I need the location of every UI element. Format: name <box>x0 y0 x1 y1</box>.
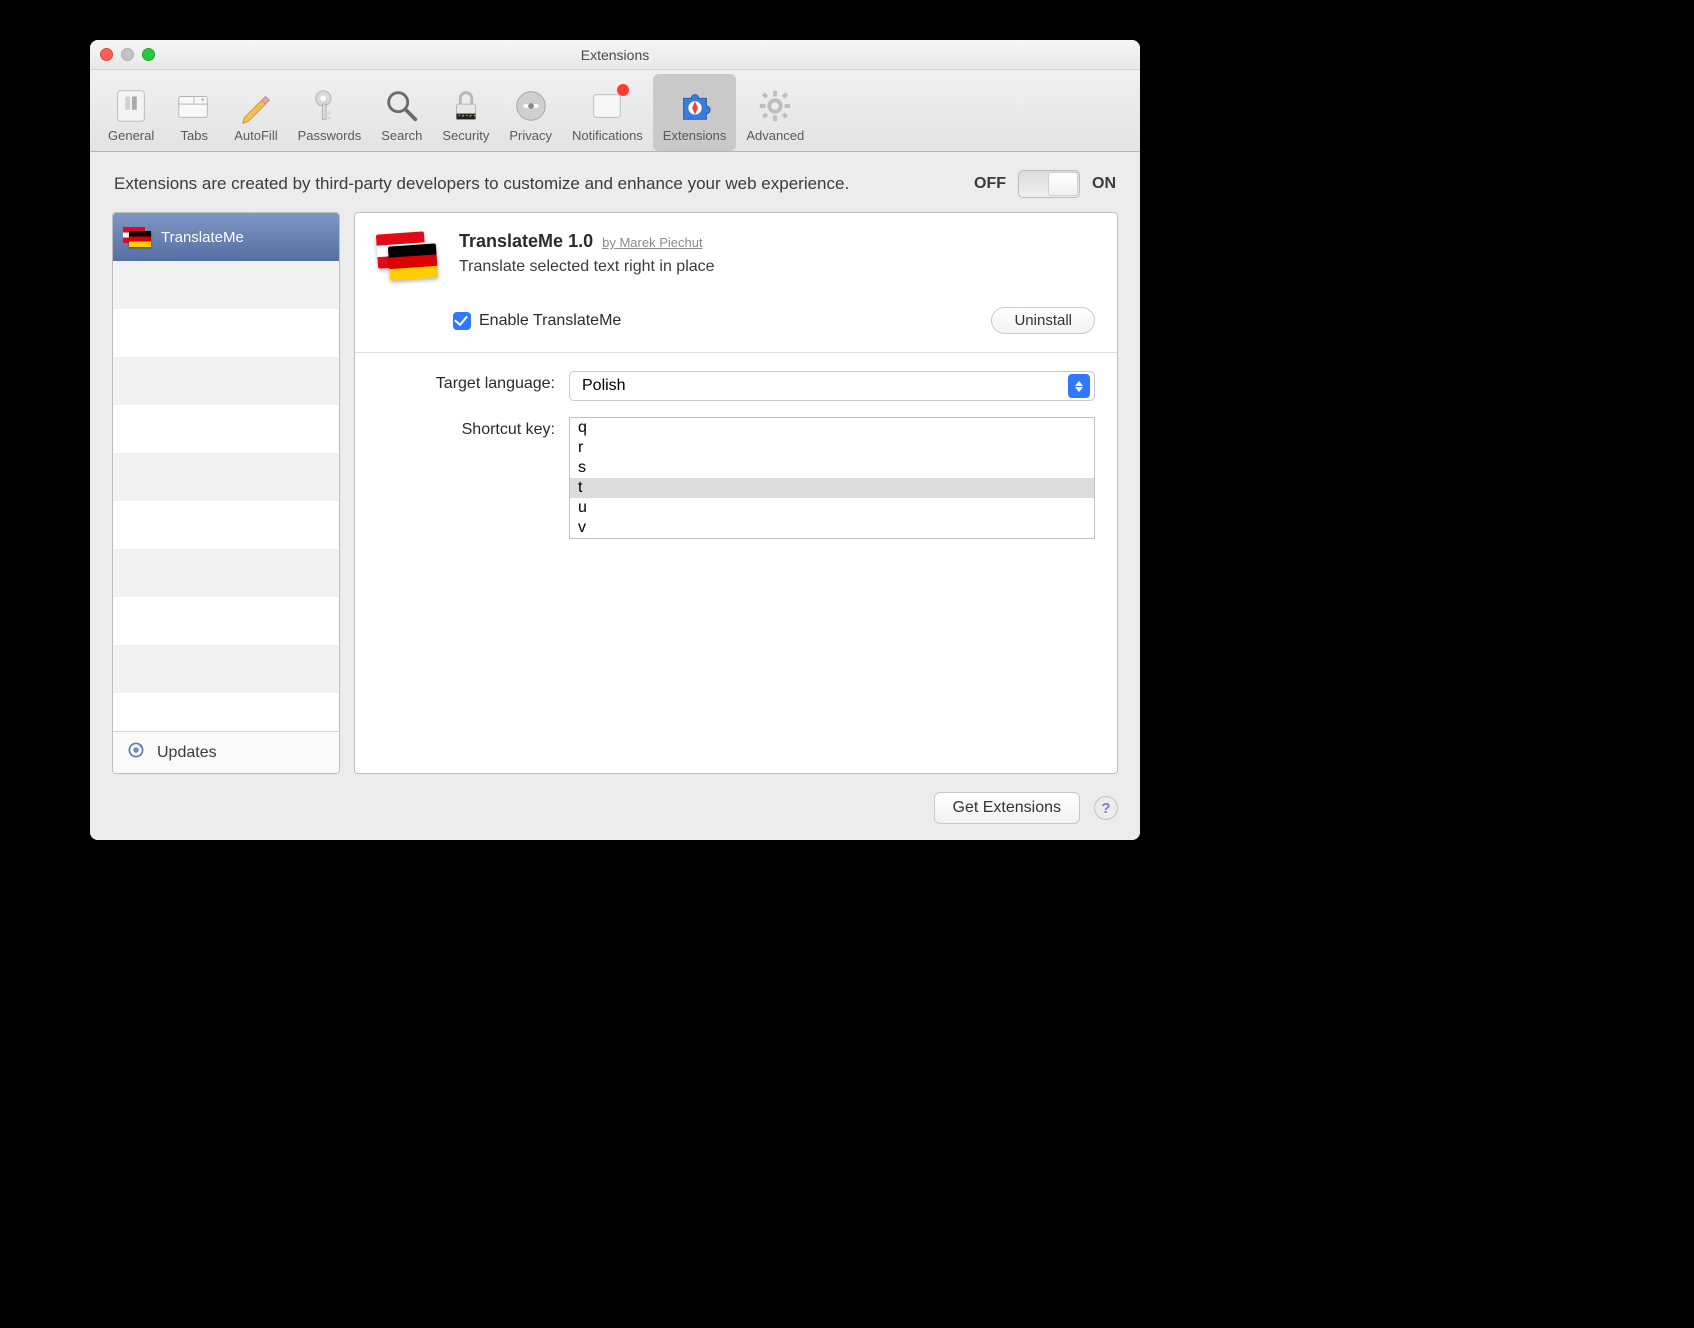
select-arrows-icon <box>1068 374 1090 398</box>
toolbar-label: AutoFill <box>234 128 277 143</box>
extension-version: 1.0 <box>568 231 593 251</box>
enable-label: Enable TranslateMe <box>479 312 621 330</box>
checkbox-icon <box>453 312 471 330</box>
target-language-select[interactable]: Polish <box>569 371 1095 401</box>
toolbar-item-extensions[interactable]: Extensions <box>653 74 737 151</box>
toolbar-item-advanced[interactable]: Advanced <box>736 74 814 151</box>
extension-detail: TranslateMe 1.0 by Marek Piechut Transla… <box>354 212 1118 774</box>
gear-icon <box>755 86 795 126</box>
toolbar-label: Advanced <box>746 128 804 143</box>
lock-icon <box>446 86 486 126</box>
extension-name: TranslateMe <box>459 231 563 251</box>
help-button[interactable]: ? <box>1094 796 1118 820</box>
preferences-toolbar: General + Tabs AutoFill Passwords Search <box>90 70 1140 152</box>
extension-author-link[interactable]: by Marek Piechut <box>602 235 702 250</box>
toolbar-label: Extensions <box>663 128 727 143</box>
toolbar-label: Search <box>381 128 422 143</box>
general-icon <box>111 86 151 126</box>
minimize-button[interactable] <box>121 48 134 61</box>
toolbar-label: Tabs <box>181 128 208 143</box>
master-toggle-row: OFF ON <box>974 170 1116 198</box>
titlebar: Extensions <box>90 40 1140 70</box>
preferences-window: Extensions General + Tabs AutoFill Passw… <box>90 40 1140 840</box>
toolbar-label: General <box>108 128 154 143</box>
toolbar-label: Passwords <box>298 128 362 143</box>
toolbar-label: Privacy <box>509 128 552 143</box>
window-controls <box>100 48 155 61</box>
toolbar-item-security[interactable]: Security <box>432 74 499 151</box>
uninstall-button[interactable]: Uninstall <box>991 307 1095 334</box>
toggle-off-label: OFF <box>974 175 1006 193</box>
toolbar-item-autofill[interactable]: AutoFill <box>224 74 287 151</box>
zoom-button[interactable] <box>142 48 155 61</box>
flags-icon <box>123 227 151 247</box>
toolbar-item-notifications[interactable]: Notifications <box>562 74 653 151</box>
toolbar-item-privacy[interactable]: Privacy <box>499 74 562 151</box>
extensions-icon <box>675 86 715 126</box>
sidebar-item-label: TranslateMe <box>161 229 244 246</box>
content-area: Extensions are created by third-party de… <box>90 152 1140 840</box>
privacy-icon <box>511 86 551 126</box>
close-button[interactable] <box>100 48 113 61</box>
shortcut-option[interactable]: q <box>570 418 1094 438</box>
toolbar-item-tabs[interactable]: + Tabs <box>164 74 224 151</box>
shortcut-option[interactable]: t <box>570 478 1094 498</box>
extensions-sidebar: TranslateMe Updates <box>112 212 340 774</box>
sidebar-list: TranslateMe <box>113 213 339 731</box>
notification-badge-icon <box>617 84 629 96</box>
get-extensions-button[interactable]: Get Extensions <box>934 792 1081 824</box>
window-title: Extensions <box>90 40 1140 70</box>
extension-logo-icon <box>377 231 441 285</box>
key-icon <box>309 86 349 126</box>
refresh-icon <box>125 739 147 766</box>
shortcut-option[interactable]: s <box>570 458 1094 478</box>
footer: Get Extensions ? <box>90 782 1140 840</box>
extension-title-line: TranslateMe 1.0 by Marek Piechut <box>459 231 1095 252</box>
updates-label: Updates <box>157 744 217 762</box>
toolbar-item-general[interactable]: General <box>98 74 164 151</box>
toolbar-item-search[interactable]: Search <box>371 74 432 151</box>
toolbar-item-passwords[interactable]: Passwords <box>288 74 372 151</box>
tabs-icon: + <box>174 86 214 126</box>
extension-description: Translate selected text right in place <box>459 258 1095 276</box>
notifications-icon <box>587 86 627 126</box>
sidebar-item-translateme[interactable]: TranslateMe <box>113 213 339 261</box>
target-language-value: Polish <box>582 377 626 395</box>
autofill-icon <box>236 86 276 126</box>
toolbar-label: Notifications <box>572 128 643 143</box>
shortcut-option[interactable]: u <box>570 498 1094 518</box>
shortcut-key-list[interactable]: qrstuv <box>569 417 1095 539</box>
shortcut-option[interactable]: v <box>570 518 1094 538</box>
shortcut-option[interactable]: r <box>570 438 1094 458</box>
intro-text: Extensions are created by third-party de… <box>114 173 954 196</box>
enable-checkbox-row[interactable]: Enable TranslateMe <box>453 312 621 330</box>
sidebar-updates[interactable]: Updates <box>113 731 339 773</box>
master-toggle[interactable] <box>1018 170 1080 198</box>
search-icon <box>382 86 422 126</box>
svg-text:+: + <box>201 95 206 104</box>
toolbar-label: Security <box>442 128 489 143</box>
target-language-label: Target language: <box>377 371 555 393</box>
shortcut-key-label: Shortcut key: <box>377 417 555 439</box>
toggle-on-label: ON <box>1092 175 1116 193</box>
